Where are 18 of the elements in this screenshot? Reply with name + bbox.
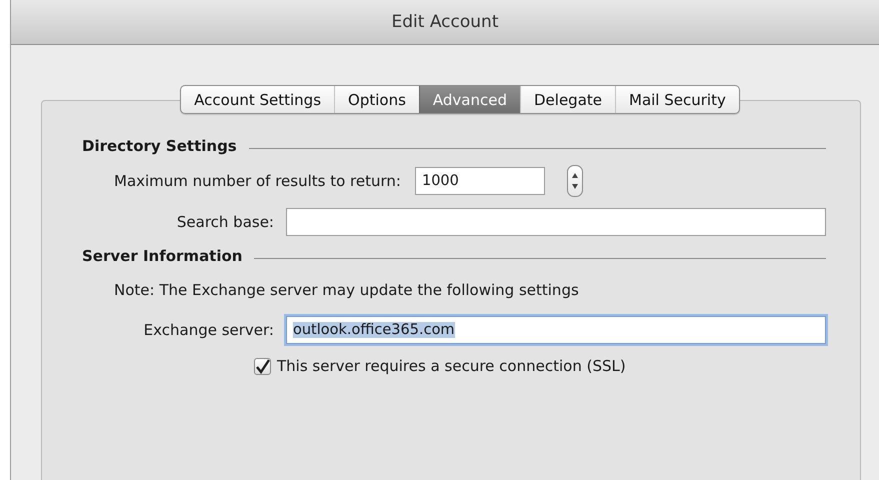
section-heading: Directory Settings: [82, 137, 237, 155]
checkbox[interactable]: [254, 358, 271, 374]
tab[interactable]: Delegate: [520, 86, 615, 113]
input-field[interactable]: 1000: [414, 167, 545, 195]
note-text: Note: The Exchange server may update the following settings: [114, 281, 579, 299]
field-label: Search base:: [176, 213, 275, 231]
checkbox-label: This server requires a secure connection (SSL): [277, 357, 626, 375]
tab[interactable]: Mail Security: [615, 86, 739, 113]
stepper-button[interactable]: [566, 165, 583, 197]
field-label: Exchange server:: [142, 321, 275, 339]
input-field[interactable]: [286, 208, 826, 236]
tab[interactable]: Advanced: [418, 86, 520, 113]
input-field[interactable]: outlook.office365.com: [286, 316, 826, 344]
window-title: Edit Account: [392, 12, 498, 32]
section-heading: Server Information: [82, 247, 242, 265]
field-label: Maximum number of results to return:: [114, 172, 402, 190]
tab[interactable]: Account Settings: [181, 86, 334, 113]
checkmark-icon: [255, 358, 270, 374]
